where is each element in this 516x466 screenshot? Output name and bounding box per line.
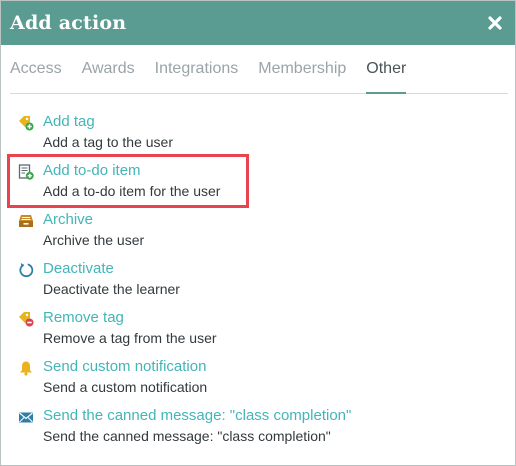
action-description: Add a to-do item for the user [43,183,221,199]
dialog-header: Add action [1,1,515,45]
action-title[interactable]: Archive [43,210,144,230]
tab-bar: Access Awards Integrations Membership Ot… [10,45,508,94]
tag-add-icon [18,115,34,131]
bell-icon [18,360,34,376]
action-title[interactable]: Send the canned message: "class completi… [43,406,351,426]
action-description: Archive the user [43,232,145,248]
close-x-icon[interactable] [485,13,505,33]
action-description: Send the canned message: "class completi… [43,428,331,444]
action-description: Add a tag to the user [43,134,173,150]
tab-other[interactable]: Other [366,60,407,94]
action-add-todo-item[interactable]: Add to-do item Add a to-do item for the … [18,161,515,210]
action-title[interactable]: Send custom notification [43,357,207,377]
action-archive[interactable]: Archive Archive the user [18,210,515,259]
rotate-icon [18,262,34,278]
action-deactivate[interactable]: Deactivate Deactivate the learner [18,259,515,308]
action-description: Deactivate the learner [43,281,180,297]
envelope-icon [18,409,34,425]
action-remove-tag[interactable]: Remove tag Remove a tag from the user [18,308,515,357]
action-send-canned-message[interactable]: Send the canned message: "class completi… [18,406,515,455]
tag-remove-icon [18,311,34,327]
dialog-title: Add action [10,12,127,34]
action-title[interactable]: Add tag [43,112,173,132]
action-list: Add tag Add a tag to the user Add to-do … [1,94,515,455]
action-add-tag[interactable]: Add tag Add a tag to the user [18,112,515,161]
archive-box-icon [18,213,34,229]
tab-access[interactable]: Access [10,60,62,94]
action-title[interactable]: Add to-do item [43,161,220,181]
add-action-dialog: Add action Access Awards Integrations Me… [0,0,516,466]
tab-awards[interactable]: Awards [82,60,135,94]
tab-integrations[interactable]: Integrations [155,60,239,94]
action-send-custom-notification[interactable]: Send custom notification Send a custom n… [18,357,515,406]
todo-add-icon [18,164,34,180]
action-title[interactable]: Deactivate [43,259,180,279]
action-description: Remove a tag from the user [43,330,217,346]
tab-membership[interactable]: Membership [258,60,346,94]
action-description: Send a custom notification [43,379,208,395]
action-title[interactable]: Remove tag [43,308,217,328]
